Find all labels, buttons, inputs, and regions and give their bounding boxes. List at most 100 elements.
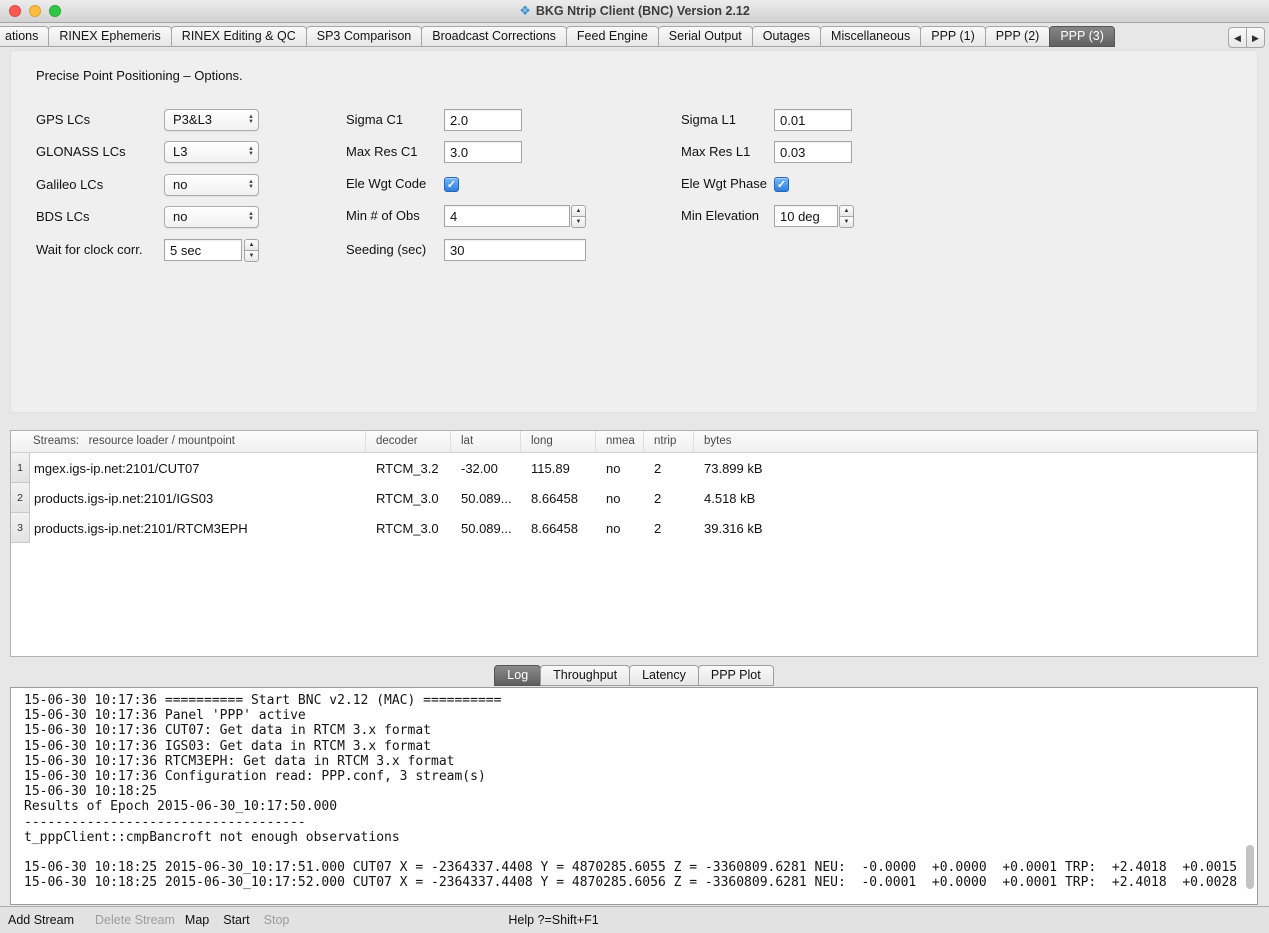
cell-nmea: no	[596, 461, 644, 476]
cell-lat: -32.00	[451, 461, 521, 476]
tab-throughput[interactable]: Throughput	[540, 665, 630, 686]
status-bar: Add Stream Delete Stream Map Start Stop …	[0, 906, 1269, 933]
stepper-down-icon[interactable]: ▼	[839, 216, 854, 228]
main-tab-bar: ations RINEX Ephemeris RINEX Editing & Q…	[0, 23, 1269, 49]
streams-table-header: Streams: resource loader / mountpoint de…	[11, 431, 1257, 453]
min-obs-input[interactable]	[444, 205, 570, 227]
zoom-window-button[interactable]	[49, 5, 61, 17]
row-number: 2	[11, 483, 30, 513]
bds-lcs-select[interactable]: no ▲▼	[164, 206, 259, 228]
cell-mountpoint: products.igs-ip.net:2101/IGS03	[30, 491, 366, 506]
stepper-up-icon[interactable]: ▲	[571, 205, 586, 216]
max-res-l1-label: Max Res L1	[681, 141, 750, 163]
galileo-lcs-label: Galileo LCs	[36, 174, 103, 196]
stepper-up-icon[interactable]: ▲	[244, 239, 259, 250]
cell-lat: 50.089...	[451, 521, 521, 536]
panel-title: Precise Point Positioning – Options.	[36, 68, 243, 83]
cell-ntrip: 2	[644, 491, 694, 506]
tab-log[interactable]: Log	[494, 665, 541, 686]
gps-lcs-label: GPS LCs	[36, 109, 90, 131]
check-icon: ✓	[445, 178, 458, 192]
col-lat: lat	[451, 431, 521, 452]
map-button[interactable]: Map	[185, 913, 209, 927]
cell-long: 8.66458	[521, 521, 596, 536]
min-obs-stepper[interactable]: ▲ ▼	[571, 205, 586, 228]
wait-clock-label: Wait for clock corr.	[36, 239, 142, 261]
row-number: 1	[11, 453, 30, 483]
minimize-window-button[interactable]	[29, 5, 41, 17]
window-title-text: BKG Ntrip Client (BNC) Version 2.12	[536, 4, 750, 18]
tab-outages[interactable]: Outages	[752, 26, 821, 47]
cell-lat: 50.089...	[451, 491, 521, 506]
galileo-lcs-select[interactable]: no ▲▼	[164, 174, 259, 196]
scrollbar-thumb[interactable]	[1246, 845, 1254, 889]
glonass-lcs-select[interactable]: L3 ▲▼	[164, 141, 259, 163]
stream-row[interactable]: 2 products.igs-ip.net:2101/IGS03 RTCM_3.…	[11, 483, 1257, 513]
sigma-l1-label: Sigma L1	[681, 109, 736, 131]
col-mountpoint: Streams: resource loader / mountpoint	[11, 431, 366, 452]
delete-stream-button[interactable]: Delete Stream	[95, 913, 175, 927]
tab-miscellaneous[interactable]: Miscellaneous	[820, 26, 921, 47]
stepper-up-icon[interactable]: ▲	[839, 205, 854, 216]
tab-sp3-comparison[interactable]: SP3 Comparison	[306, 26, 423, 47]
wait-clock-input[interactable]	[164, 239, 242, 261]
cell-long: 115.89	[521, 461, 596, 476]
cell-nmea: no	[596, 521, 644, 536]
stop-button[interactable]: Stop	[264, 913, 290, 927]
streams-table: Streams: resource loader / mountpoint de…	[10, 430, 1258, 657]
cell-ntrip: 2	[644, 521, 694, 536]
ele-wgt-code-label: Ele Wgt Code	[346, 173, 426, 195]
stepper-down-icon[interactable]: ▼	[244, 250, 259, 262]
tab-ppp-plot[interactable]: PPP Plot	[698, 665, 774, 686]
tab-rinex-editing-qc[interactable]: RINEX Editing & QC	[171, 26, 307, 47]
sigma-l1-input[interactable]	[774, 109, 852, 131]
ele-wgt-phase-checkbox[interactable]: ✓	[774, 177, 789, 192]
seeding-input[interactable]	[444, 239, 586, 261]
min-elevation-input[interactable]	[774, 205, 838, 227]
tab-ppp-2[interactable]: PPP (2)	[985, 26, 1051, 47]
tab-serial-output[interactable]: Serial Output	[658, 26, 753, 47]
start-button[interactable]: Start	[223, 913, 249, 927]
tab-rinex-ephemeris[interactable]: RINEX Ephemeris	[48, 26, 171, 47]
tab-scroll-left-icon[interactable]: ◀	[1228, 27, 1247, 48]
stepper-down-icon[interactable]: ▼	[571, 216, 586, 228]
col-bytes: bytes	[694, 431, 1257, 452]
cell-decoder: RTCM_3.2	[366, 461, 451, 476]
cell-bytes: 73.899 kB	[694, 461, 1257, 476]
tab-rinex-observations[interactable]: ations	[0, 26, 49, 47]
wait-clock-stepper[interactable]: ▲ ▼	[244, 239, 259, 262]
row-number: 3	[11, 513, 30, 543]
log-tab-bar: Log Throughput Latency PPP Plot	[0, 664, 1269, 687]
tab-latency[interactable]: Latency	[629, 665, 699, 686]
stream-row[interactable]: 1 mgex.igs-ip.net:2101/CUT07 RTCM_3.2 -3…	[11, 453, 1257, 483]
tab-ppp-1[interactable]: PPP (1)	[920, 26, 986, 47]
close-window-button[interactable]	[9, 5, 21, 17]
gps-lcs-select[interactable]: P3&L3 ▲▼	[164, 109, 259, 131]
ele-wgt-code-checkbox[interactable]: ✓	[444, 177, 459, 192]
combo-updown-icon: ▲▼	[248, 142, 254, 162]
check-icon: ✓	[775, 178, 788, 192]
sigma-c1-input[interactable]	[444, 109, 522, 131]
stream-row[interactable]: 3 products.igs-ip.net:2101/RTCM3EPH RTCM…	[11, 513, 1257, 543]
glonass-lcs-value: L3	[173, 144, 187, 159]
gps-lcs-value: P3&L3	[173, 112, 212, 127]
max-res-c1-input[interactable]	[444, 141, 522, 163]
cell-mountpoint: products.igs-ip.net:2101/RTCM3EPH	[30, 521, 366, 536]
tab-scroll-right-icon[interactable]: ▶	[1246, 27, 1265, 48]
max-res-l1-input[interactable]	[774, 141, 852, 163]
window-controls	[9, 5, 61, 17]
combo-updown-icon: ▲▼	[248, 175, 254, 195]
cell-long: 8.66458	[521, 491, 596, 506]
cell-ntrip: 2	[644, 461, 694, 476]
app-icon: ❖	[519, 3, 531, 19]
log-output[interactable]: 15-06-30 10:17:36 ========== Start BNC v…	[10, 687, 1258, 905]
bds-lcs-value: no	[173, 209, 187, 224]
tab-feed-engine[interactable]: Feed Engine	[566, 26, 659, 47]
window-title: ❖ BKG Ntrip Client (BNC) Version 2.12	[519, 3, 750, 19]
log-scrollbar[interactable]	[1244, 689, 1256, 903]
add-stream-button[interactable]: Add Stream	[8, 913, 74, 927]
tab-broadcast-corrections[interactable]: Broadcast Corrections	[421, 26, 567, 47]
tab-ppp-3[interactable]: PPP (3)	[1049, 26, 1115, 47]
min-elevation-stepper[interactable]: ▲ ▼	[839, 205, 854, 228]
bds-lcs-label: BDS LCs	[36, 206, 89, 228]
